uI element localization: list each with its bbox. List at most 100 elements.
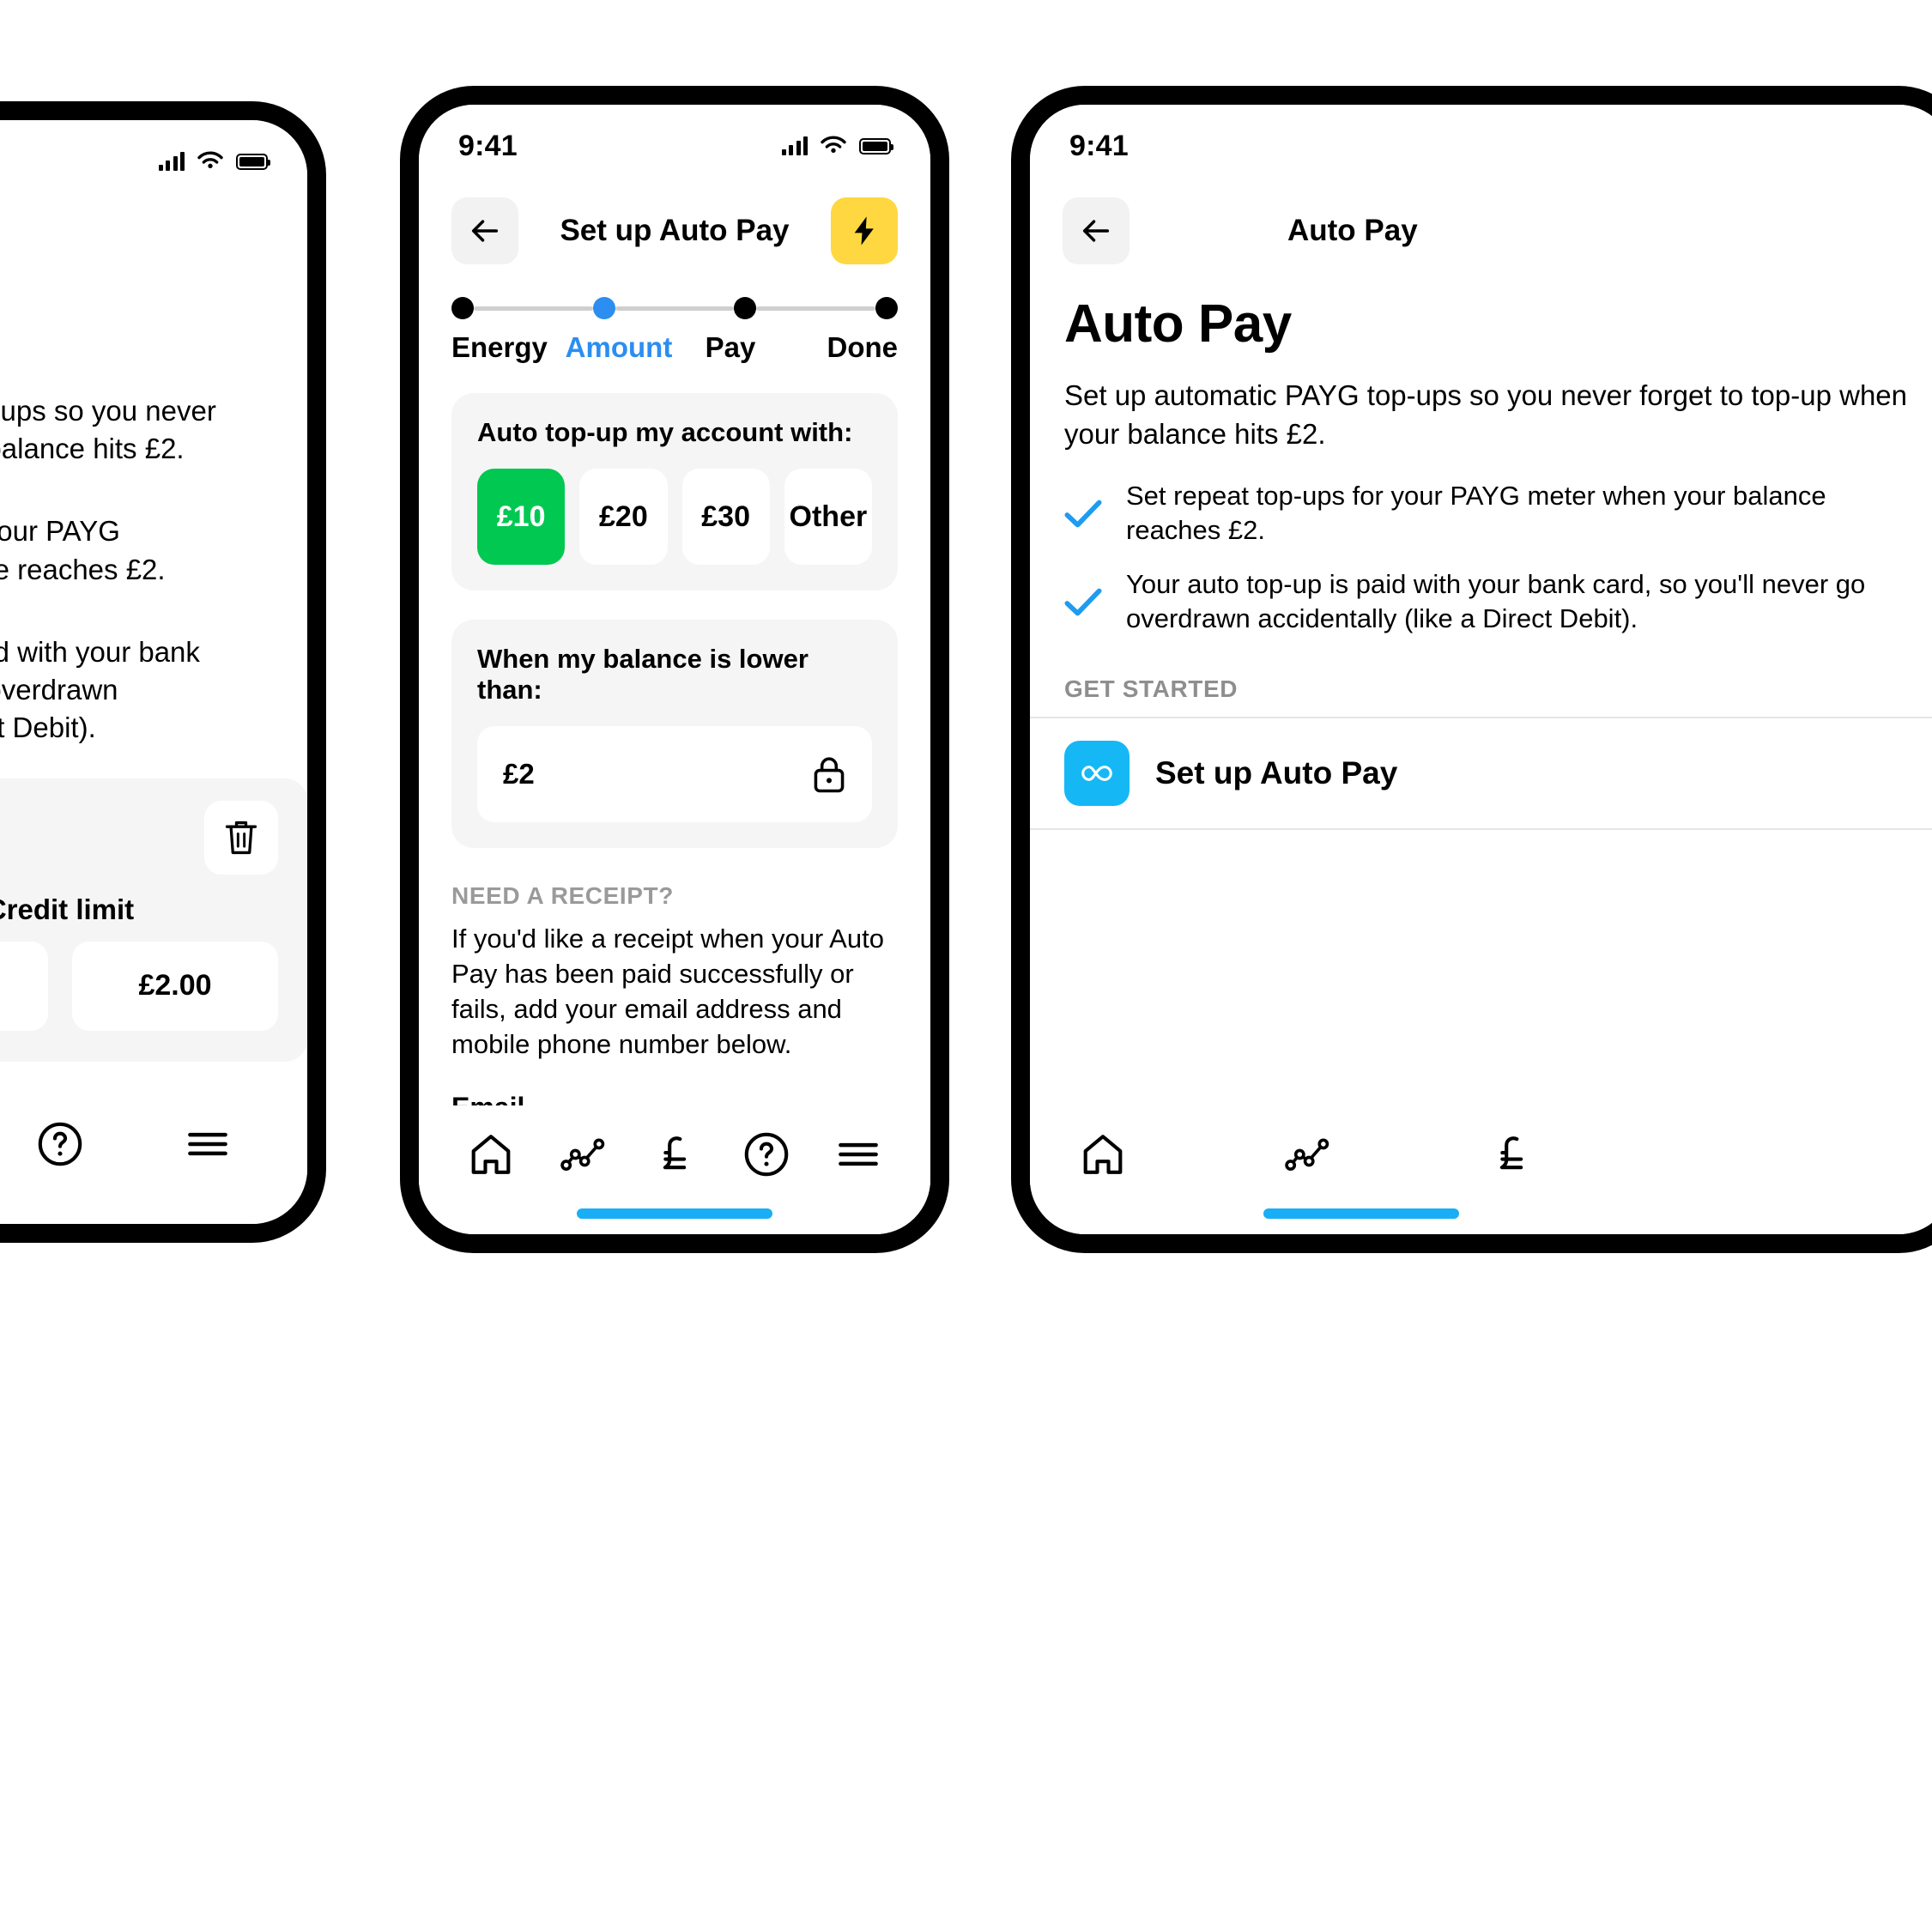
quick-action-button[interactable] [831,197,898,264]
status-time: 9:41 [458,129,518,162]
help-circle-icon [38,1122,82,1166]
amount-option-30[interactable]: £30 [681,469,770,565]
stepper-line-3 [756,306,876,311]
status-bar-left [0,120,307,187]
pound-meter-icon [1499,1136,1523,1170]
nav-bar-right: Auto Pay [1030,172,1932,268]
bullet-line-2: your balance reaches £2. [0,553,166,585]
phone-right: 9:41 Auto Pay Auto Pay Set up automatic … [1011,86,1932,1253]
page-title: Auto Pay [1064,294,1292,354]
receipt-eyebrow: NEED A RECEIPT? [451,882,674,909]
bullet-line-4: ll never go overdrawn [0,674,118,706]
tab-home[interactable] [466,1130,516,1179]
pound-meter-icon [663,1136,687,1170]
step-dot-done[interactable] [875,297,899,319]
check-icon [1064,588,1102,616]
check-icon-wrapper [1064,498,1102,529]
get-started-item-label: Set up Auto Pay [1155,755,1398,791]
benefit-text: Your auto top-up is paid with your bank … [1126,568,1866,633]
wifi-icon [197,151,223,169]
arrow-left-icon [1082,220,1110,242]
receipt-body: If you'd like a receipt when your Auto P… [451,924,884,1059]
phone-right-screen: 9:41 Auto Pay Auto Pay Set up automatic … [1030,105,1932,1234]
help-circle-icon [744,1132,789,1177]
check-icon-wrapper [1064,586,1102,617]
step-dot-pay[interactable] [734,297,757,319]
step-label-pay: Pay [705,331,756,363]
phone-left: Auto Pay c PAYG top-ups so you never whe… [0,101,326,1243]
amount-option-20[interactable]: £20 [579,469,668,565]
page-intro: Set up automatic PAYG top-ups so you nev… [1064,379,1908,450]
stepper-labels: Energy Amount Pay Done [451,331,898,364]
tab-help[interactable] [742,1130,791,1179]
infinity-icon [1081,766,1112,782]
home-indicator-center [577,1208,772,1219]
step-label-amount: Amount [565,331,673,363]
benefit-text: Set repeat top-ups for your PAYG meter w… [1126,481,1826,546]
amount-option-10[interactable]: £10 [477,469,566,565]
status-time: 9:41 [1069,129,1129,162]
home-icon [471,1135,510,1174]
amount-option-other[interactable]: Other [784,469,872,565]
lock-icon [814,757,845,793]
credit-limit-card: Credit limit £2.00 [0,778,307,1062]
cellular-bars-icon [781,136,808,155]
home-icon [1083,1135,1123,1174]
home-indicator-right [1263,1208,1459,1219]
get-started-item-set-up-auto-pay[interactable]: Set up Auto Pay [1030,717,1932,831]
phone-center-screen: 9:41 Set up Auto Pay Energy Amount Pay D… [419,105,930,1234]
tab-help[interactable] [35,1119,85,1169]
balance-threshold-field[interactable]: £2 [477,726,872,822]
lock-icon-wrapper [812,754,846,794]
tab-menu[interactable] [833,1130,883,1179]
get-started-heading: GET STARTED [1064,675,1239,703]
tab-bar-right [1030,1105,1932,1234]
wifi-icon [821,136,846,154]
phone-center: 9:41 Set up Auto Pay Energy Amount Pay D… [400,86,949,1253]
stepper-line-2 [615,306,735,311]
bullet-line-5: (like a Direct Debit). [0,712,96,744]
credit-limit-value[interactable]: £2.00 [72,941,278,1031]
infinity-icon-tile [1064,741,1130,807]
tab-pound-meter[interactable] [650,1130,700,1179]
back-button[interactable] [1063,197,1130,264]
credit-limit-field-partial[interactable] [0,941,48,1031]
bullet-line-3: op-up is paid with your bank [0,635,200,668]
stepper-line-1 [474,306,593,311]
menu-icon [188,1132,227,1156]
credit-limit-fields: £2.00 [0,941,278,1031]
trash-icon [225,821,257,854]
delete-button[interactable] [204,800,278,875]
status-indicators [158,151,270,172]
status-indicators [781,136,893,156]
auto-topup-title: Auto top-up my account with: [477,417,853,447]
usage-graph-icon [1285,1138,1329,1171]
screenshot-canvas: Auto Pay c PAYG top-ups so you never whe… [0,0,1932,1932]
list-item: Your auto top-up is paid with your bank … [1064,567,1919,637]
tab-usage[interactable] [1282,1130,1332,1179]
amount-options: £10 £20 £30 Other [477,469,872,565]
battery-icon [236,153,270,170]
balance-threshold-card: When my balance is lower than: £2 [451,620,898,848]
tab-usage[interactable] [558,1130,608,1179]
step-dot-energy[interactable] [451,297,474,319]
lightning-bolt-icon [854,216,874,245]
back-button[interactable] [451,197,518,264]
check-icon [1064,500,1102,528]
tab-menu[interactable] [183,1119,233,1169]
balance-threshold-value: £2 [503,758,535,790]
bullet-line-1: op-ups for your PAYG [0,515,120,548]
intro-line-1: c PAYG top-ups so you never [0,395,216,427]
tab-bar-left [0,1095,307,1224]
intro-line-2: when your balance hits £2. [0,433,185,465]
step-dot-amount[interactable] [592,297,615,319]
benefits-list: Set repeat top-ups for your PAYG meter w… [1030,453,1932,636]
tab-home[interactable] [1078,1130,1128,1179]
battery-icon [859,137,893,154]
cellular-bars-icon [158,152,185,171]
step-label-done: Done [827,331,899,363]
status-bar-center: 9:41 [419,105,930,172]
tab-pound-meter[interactable] [1487,1130,1536,1179]
menu-icon [839,1142,879,1166]
progress-stepper: Energy Amount Pay Done [419,268,930,364]
